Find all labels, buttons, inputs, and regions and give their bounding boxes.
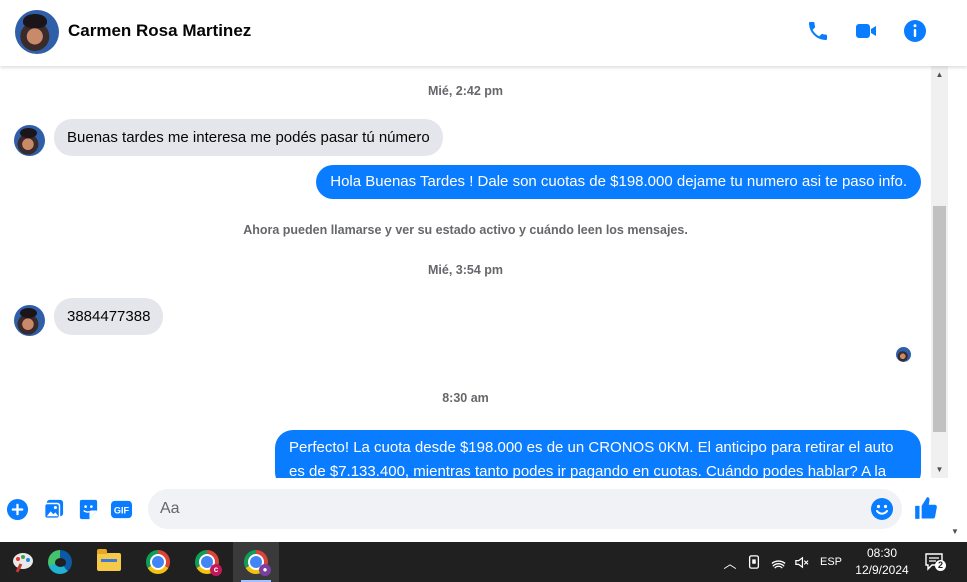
like-icon[interactable] bbox=[913, 495, 939, 521]
chrome-profile-c-app-icon[interactable]: c bbox=[184, 542, 230, 582]
taskbar-clock[interactable]: 08:30 12/9/2024 bbox=[845, 545, 919, 579]
gif-icon[interactable]: GIF bbox=[109, 497, 133, 521]
contact-avatar-small[interactable] bbox=[14, 125, 45, 156]
message-input[interactable]: Aa bbox=[148, 489, 902, 529]
volume-muted-icon[interactable] bbox=[793, 554, 809, 570]
scroll-down-arrow-icon[interactable]: ▼ bbox=[931, 461, 948, 478]
emoji-icon[interactable] bbox=[870, 497, 894, 521]
contact-avatar-small[interactable] bbox=[14, 305, 45, 336]
phone-icon[interactable] bbox=[805, 18, 831, 44]
chat-header: Carmen Rosa Martinez bbox=[0, 0, 967, 66]
system-notice: Ahora pueden llamarse y ver su estado ac… bbox=[243, 223, 688, 237]
message-timestamp: 8:30 am bbox=[442, 391, 489, 405]
message-list[interactable]: Mié, 2:42 pm Buenas tardes me interesa m… bbox=[0, 66, 931, 478]
outgoing-message[interactable]: Hola Buenas Tardes ! Dale son cuotas de … bbox=[316, 165, 921, 199]
info-icon[interactable] bbox=[902, 18, 928, 44]
add-icon[interactable] bbox=[5, 497, 29, 521]
chrome-app-icon[interactable] bbox=[135, 542, 181, 582]
clock-time: 08:30 bbox=[866, 546, 898, 560]
contact-name[interactable]: Carmen Rosa Martinez bbox=[68, 21, 251, 41]
meet-now-icon[interactable] bbox=[746, 554, 762, 570]
incoming-message[interactable]: Buenas tardes me interesa me podés pasar… bbox=[54, 119, 443, 156]
language-indicator[interactable]: ESP bbox=[820, 554, 842, 570]
incoming-message[interactable]: 3884477388 bbox=[54, 298, 164, 335]
outgoing-message[interactable]: Perfecto! La cuota desde $198.000 es de … bbox=[275, 430, 921, 478]
read-receipt-avatar bbox=[896, 347, 911, 362]
sticker-icon[interactable] bbox=[76, 497, 100, 521]
notification-count-badge: 2 bbox=[935, 560, 946, 571]
notification-center-icon[interactable]: 2 bbox=[924, 552, 946, 572]
edge-app-icon[interactable] bbox=[37, 542, 83, 582]
scrollbar-thumb[interactable] bbox=[933, 206, 946, 432]
message-timestamp: Mié, 2:42 pm bbox=[427, 84, 504, 98]
message-timestamp: Mié, 3:54 pm bbox=[427, 263, 504, 277]
windows-taskbar: c ● ︿ ESP 08:30 12/9/2024 2 bbox=[0, 542, 967, 582]
composer-bar: GIF Aa bbox=[0, 478, 948, 542]
contact-avatar[interactable] bbox=[15, 10, 59, 54]
show-hidden-icons-chevron-icon[interactable]: ︿ bbox=[722, 554, 738, 571]
gif-icon-label: GIF bbox=[113, 505, 129, 515]
chat-scrollbar[interactable]: ▲ ▼ bbox=[931, 66, 948, 478]
clock-date: 12/9/2024 bbox=[855, 563, 909, 577]
photo-icon[interactable] bbox=[41, 497, 65, 521]
scroll-up-arrow-icon[interactable]: ▲ bbox=[931, 66, 948, 83]
video-call-icon[interactable] bbox=[853, 18, 879, 44]
chrome-profile-active-app-icon[interactable]: ● bbox=[233, 542, 279, 582]
message-input-placeholder: Aa bbox=[160, 500, 180, 517]
page-scroll-down-icon[interactable]: ▼ bbox=[951, 527, 959, 536]
wifi-icon[interactable] bbox=[770, 554, 786, 570]
page-scroll-strip bbox=[948, 66, 967, 542]
file-explorer-app-icon[interactable] bbox=[86, 542, 132, 582]
